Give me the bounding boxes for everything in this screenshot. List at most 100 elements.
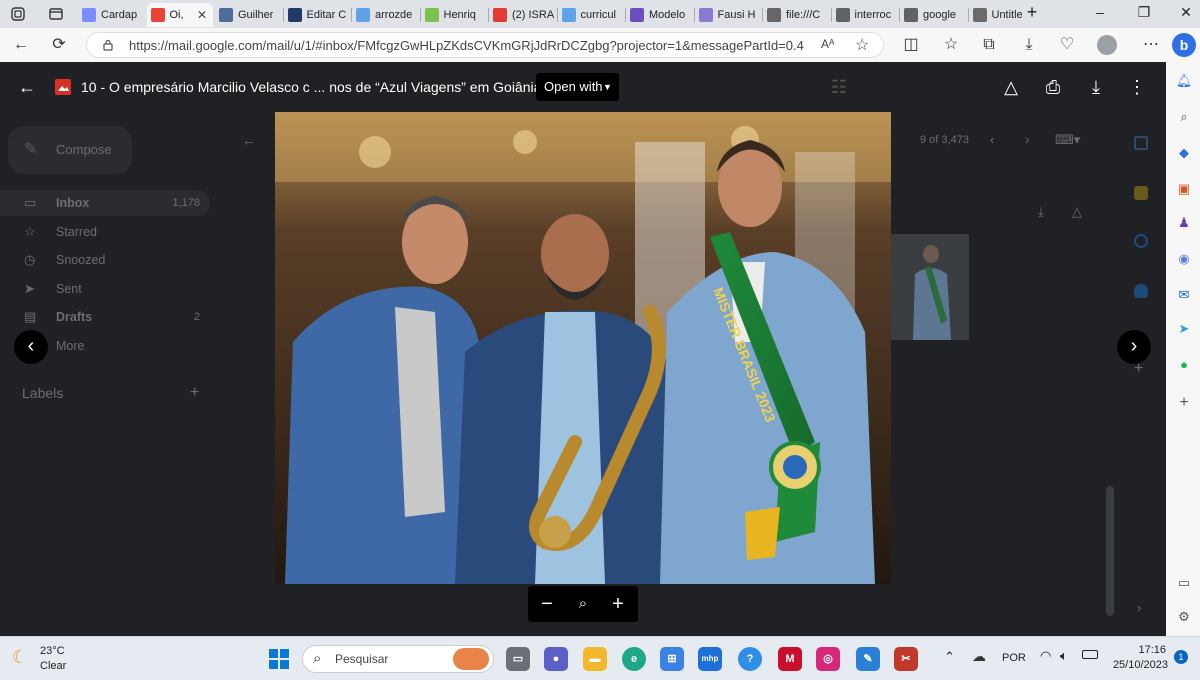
browser-tab[interactable]: Cardap xyxy=(78,3,145,27)
side-contacts-icon[interactable] xyxy=(1134,284,1148,298)
paint-app-icon[interactable]: ✎ xyxy=(856,647,880,671)
zoom-in-icon[interactable]: + xyxy=(606,592,630,616)
sidebar-settings-gear-icon[interactable]: ⚙ xyxy=(1175,608,1193,626)
browser-tab[interactable]: Editar C xyxy=(284,3,351,27)
file-explorer-icon[interactable]: ▬ xyxy=(583,647,607,671)
shopping-tag-icon[interactable]: ◆ xyxy=(1175,144,1193,162)
weather-desc[interactable]: Clear xyxy=(40,660,66,672)
weather-temp[interactable]: 23°C xyxy=(40,645,65,657)
sidebar-search-icon[interactable]: ⌕ xyxy=(1175,108,1193,126)
snipping-tool-icon[interactable]: ✂ xyxy=(894,647,918,671)
spotify-icon[interactable]: ● xyxy=(1175,356,1193,374)
browser-tab[interactable]: arrozde xyxy=(352,3,419,27)
task-view-icon[interactable]: ▭ xyxy=(506,647,530,671)
copilot-icon[interactable]: b xyxy=(1172,33,1196,57)
browser-tab[interactable]: Guilher xyxy=(215,3,282,27)
add-label-icon[interactable]: + xyxy=(190,384,199,402)
minimize-icon[interactable]: – xyxy=(1090,4,1110,20)
gmail-nav-item[interactable]: ➤ Sent xyxy=(0,276,210,302)
games-icon[interactable]: ♟ xyxy=(1175,214,1193,232)
previous-image-icon[interactable]: ‹ xyxy=(14,330,48,364)
url-text[interactable]: https://mail.google.com/mail/u/1/#inbox/… xyxy=(129,38,804,53)
lock-icon[interactable] xyxy=(101,38,115,52)
browser-tab[interactable]: (2) ISRA xyxy=(489,3,556,27)
meet-chat-icon[interactable]: ● xyxy=(544,647,568,671)
browser-tab[interactable]: file:///C xyxy=(763,3,830,27)
keyboard-icon[interactable]: ⌨▾ xyxy=(1055,132,1080,148)
battery-icon[interactable] xyxy=(1082,650,1098,659)
reload-icon[interactable]: ⟳ xyxy=(48,34,70,56)
onedrive-cloud-icon[interactable]: ☁ xyxy=(972,648,986,665)
add-to-drive-icon[interactable]: △ xyxy=(1000,76,1022,98)
workspaces-icon[interactable] xyxy=(10,6,26,22)
compose-button[interactable]: ✎ Compose xyxy=(8,126,132,174)
save-to-drive-icon[interactable]: △ xyxy=(1072,204,1082,220)
settings-more-icon[interactable]: ⋯ xyxy=(1140,34,1162,56)
mcafee-icon[interactable]: M xyxy=(778,647,802,671)
more-options-icon[interactable]: ⋮ xyxy=(1126,76,1148,98)
browser-essentials-icon[interactable]: ♡ xyxy=(1056,34,1078,56)
close-tab-icon[interactable]: ✕ xyxy=(197,8,207,22)
close-window-icon[interactable]: ✕ xyxy=(1176,4,1196,21)
instagram-icon[interactable]: ◎ xyxy=(816,647,840,671)
scrollbar-thumb[interactable] xyxy=(1106,486,1114,616)
print-icon[interactable]: ⎙ xyxy=(1042,76,1064,98)
notification-badge[interactable]: 1 xyxy=(1174,650,1188,664)
browser-tab[interactable]: interroc xyxy=(832,3,899,27)
back-arrow-icon[interactable]: ← xyxy=(10,34,32,56)
clock-date[interactable]: 25/10/2023 xyxy=(1108,659,1168,671)
copilot-sidebar-icon[interactable]: ◉ xyxy=(1175,250,1193,268)
close-viewer-arrow-icon[interactable]: ← xyxy=(16,76,38,98)
newer-icon[interactable]: › xyxy=(1025,132,1029,147)
outlook-icon[interactable]: ✉ xyxy=(1175,286,1193,304)
browser-tab[interactable]: curricul xyxy=(558,3,625,27)
favorites-icon[interactable]: ☆ xyxy=(940,34,962,56)
volume-icon[interactable]: 🔈︎ xyxy=(1060,648,1068,664)
favorite-star-icon[interactable]: ☆ xyxy=(855,35,869,55)
tab-active[interactable]: Oi, ✕ xyxy=(146,3,213,27)
browser-tab[interactable]: google xyxy=(900,3,967,27)
ms-store-icon[interactable]: ⊞ xyxy=(660,647,684,671)
split-screen-icon[interactable]: ◫ xyxy=(900,34,922,56)
browser-tab[interactable]: Henriq xyxy=(421,3,488,27)
address-bar[interactable]: https://mail.google.com/mail/u/1/#inbox/… xyxy=(86,32,884,58)
wifi-icon[interactable]: ◠ xyxy=(1040,648,1051,664)
add-sidebar-app-icon[interactable]: + xyxy=(1175,394,1193,412)
download-icon[interactable]: ⤓ xyxy=(1085,76,1107,98)
edge-browser-icon[interactable]: e xyxy=(622,647,646,671)
clock-time[interactable]: 17:16 xyxy=(1118,644,1166,656)
start-windows-icon[interactable] xyxy=(268,648,290,670)
restore-icon[interactable]: ❐ xyxy=(1134,4,1154,21)
adjust-icon[interactable]: ☷ xyxy=(828,76,850,98)
tab-actions-icon[interactable] xyxy=(48,6,64,22)
new-tab-button[interactable]: + xyxy=(1022,2,1042,23)
tray-overflow-icon[interactable]: ⌃ xyxy=(944,649,955,665)
mxhp-app-icon[interactable]: mhp xyxy=(698,647,722,671)
gmail-nav-item[interactable]: ☆ Starred xyxy=(0,219,210,245)
next-image-icon[interactable]: › xyxy=(1117,330,1151,364)
notifications-bell-icon[interactable]: 🔔︎ xyxy=(1175,72,1193,90)
collections-icon[interactable]: ⧉ xyxy=(978,34,1000,56)
side-keep-icon[interactable] xyxy=(1134,186,1148,200)
downloads-icon[interactable]: ⤓ xyxy=(1018,34,1040,56)
gmail-nav-item[interactable]: ▤ Drafts 2 xyxy=(0,304,210,330)
gmail-nav-item[interactable]: ▭ Inbox 1,178 xyxy=(0,190,210,216)
attachment-thumbnail[interactable] xyxy=(891,234,969,340)
gmail-nav-item[interactable]: ◷ Snoozed xyxy=(0,247,210,273)
taskbar-search[interactable]: ⌕ Pesquisar xyxy=(302,645,494,673)
side-panel-expand-icon[interactable]: › xyxy=(1137,600,1141,615)
profile-avatar[interactable] xyxy=(1097,35,1117,55)
back-to-inbox-icon[interactable]: ← xyxy=(242,132,256,148)
tools-briefcase-icon[interactable]: ▣ xyxy=(1175,180,1193,198)
input-language[interactable]: POR xyxy=(1002,652,1026,664)
telegram-icon[interactable]: ➤ xyxy=(1175,320,1193,338)
zoom-out-icon[interactable]: − xyxy=(535,592,559,616)
download-attachment-icon[interactable]: ⤓ xyxy=(1038,204,1044,220)
browser-tab[interactable]: Fausi H xyxy=(695,3,762,27)
read-aloud-icon[interactable]: Aᴬ xyxy=(821,37,834,51)
side-tasks-icon[interactable] xyxy=(1134,234,1148,248)
side-calendar-icon[interactable] xyxy=(1134,136,1148,150)
help-app-icon[interactable]: ? xyxy=(738,647,762,671)
sidebar-layout-icon[interactable]: ▭ xyxy=(1175,574,1193,592)
browser-tab[interactable]: Modelo xyxy=(626,3,693,27)
